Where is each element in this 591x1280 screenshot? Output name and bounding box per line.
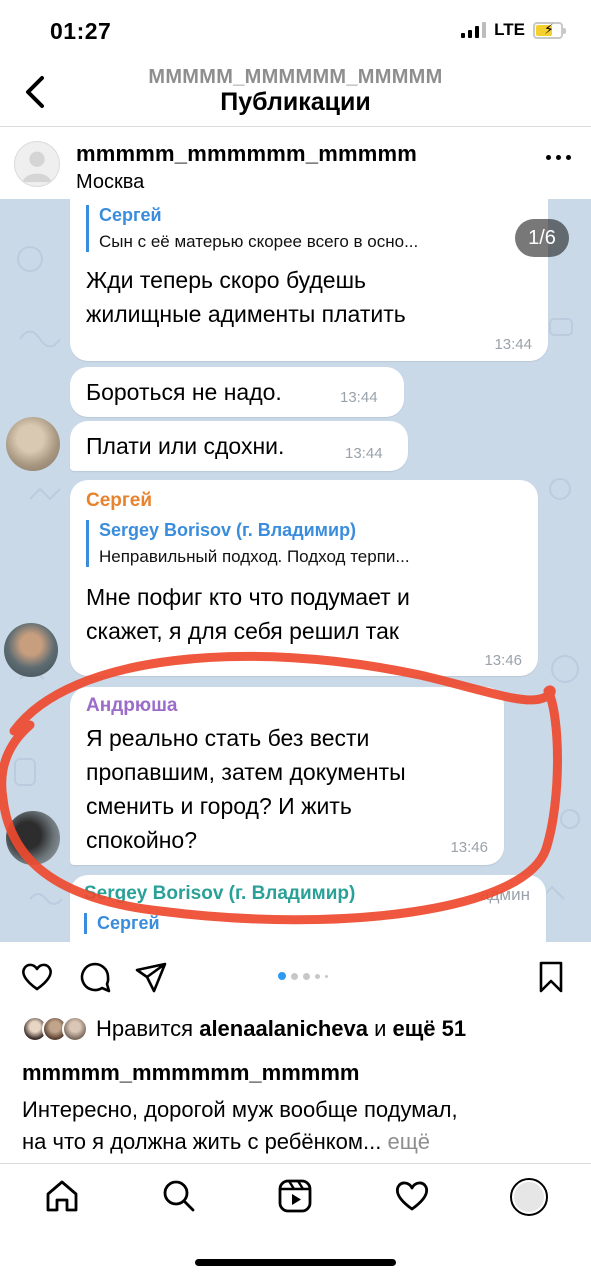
- message-text: Бороться не надо.: [86, 379, 282, 405]
- signal-icon: [461, 22, 487, 38]
- chat-message: Сергей Sergey Borisov (г. Владимир) Непр…: [70, 480, 538, 676]
- message-time: 13:46: [484, 652, 522, 669]
- chat-avatar: [6, 417, 60, 471]
- admin-label: админ: [480, 885, 530, 904]
- caption-username[interactable]: mmmmm_mmmmmm_mmmmm: [22, 1060, 359, 1086]
- caption-more-link[interactable]: ещё: [381, 1129, 430, 1154]
- reels-icon[interactable]: [277, 1178, 313, 1214]
- header-account: MMMMM_MMMMMM_MMMMM: [148, 66, 443, 88]
- activity-heart-icon[interactable]: [394, 1178, 430, 1214]
- sender-name: Сергей: [86, 490, 153, 511]
- comment-icon[interactable]: [78, 960, 112, 994]
- profile-icon[interactable]: [510, 1178, 548, 1216]
- message-time: 13:44: [494, 336, 532, 353]
- home-indicator: [195, 1259, 396, 1266]
- status-time: 01:27: [50, 18, 112, 44]
- message-text: Мне пофиг кто что подумает и скажет, я дл…: [86, 584, 410, 644]
- likes-text: Нравится alenaalanicheva и ещё 51: [96, 1016, 467, 1041]
- message-time: 13:44: [345, 445, 383, 462]
- reply-quote: Сергей: [84, 913, 284, 934]
- chat-message: Sergey Borisov (г. Владимир) админ Серге…: [70, 875, 546, 942]
- message-text: Плати или сдохни.: [86, 433, 285, 459]
- chat-message: Андрюша Я реально стать без вести пропавш…: [70, 687, 504, 865]
- message-time: 13:44: [340, 389, 378, 406]
- likes-row[interactable]: Нравится alenaalanicheva и ещё 51: [22, 1012, 466, 1046]
- more-options-button[interactable]: [546, 155, 571, 160]
- reply-text: Неправильный подход. Подход терпи...: [99, 547, 410, 566]
- reply-author: Сергей: [97, 913, 160, 933]
- avatar[interactable]: [14, 141, 60, 187]
- caption-text: Интересно, дорогой муж вообще подумал, н…: [22, 1097, 458, 1154]
- status-bar: 01:27 LTE ⚡: [0, 0, 591, 60]
- avatar: [514, 1182, 544, 1212]
- battery-icon: ⚡: [533, 21, 566, 39]
- avatar-placeholder-icon: [22, 151, 52, 183]
- send-icon[interactable]: [134, 960, 168, 994]
- chat-avatar: [4, 623, 58, 677]
- tabbar-divider: [0, 1163, 591, 1164]
- page-header: MMMMM_MMMMMM_MMMMM Публикации: [0, 60, 591, 126]
- message-text: Я реально стать без вести пропавшим, зате…: [86, 725, 406, 853]
- bookmark-icon[interactable]: [534, 960, 568, 994]
- image-counter-badge: 1/6: [515, 219, 569, 257]
- author-location[interactable]: Москва: [76, 171, 144, 194]
- page-title: Публикации: [220, 88, 371, 116]
- message-text: Жди теперь скоро будешь жилищные адименты…: [86, 267, 406, 327]
- author-username[interactable]: mmmmm_mmmmmm_mmmmm: [76, 141, 417, 167]
- reply-quote: Sergey Borisov (г. Владимир) Неправильны…: [86, 520, 522, 567]
- chat-message: Сергей Сын с её матерью скорее всего в о…: [70, 199, 548, 361]
- chat-message: Плати или сдохни. 13:44: [70, 421, 408, 471]
- search-icon[interactable]: [161, 1178, 197, 1214]
- heart-icon[interactable]: [20, 960, 54, 994]
- post-author-row: mmmmm_mmmmmm_mmmmm Москва: [0, 127, 591, 199]
- status-indicators: LTE ⚡: [461, 20, 566, 40]
- message-time: 13:46: [450, 839, 488, 856]
- reply-quote: Сергей Сын с её матерью скорее всего в о…: [86, 205, 526, 252]
- post-image[interactable]: Сергей Сын с её матерью скорее всего в о…: [0, 199, 591, 942]
- reply-text: Сын с её матерью скорее всего в осно...: [99, 232, 419, 251]
- reply-author: Sergey Borisov (г. Владимир): [99, 520, 357, 540]
- more-horizontal-icon: [546, 155, 551, 160]
- post-actions: [0, 942, 591, 1012]
- liker-avatars: [22, 1014, 92, 1044]
- chat-message: Бороться не надо. 13:44: [70, 367, 404, 417]
- home-icon[interactable]: [44, 1178, 80, 1214]
- sender-name: Sergey Borisov (г. Владимир): [84, 883, 356, 904]
- sender-name: Андрюша: [86, 695, 178, 716]
- carousel-indicator: [278, 972, 328, 980]
- network-label: LTE: [494, 20, 525, 39]
- reply-author: Сергей: [99, 205, 162, 225]
- chat-avatar: [6, 811, 60, 865]
